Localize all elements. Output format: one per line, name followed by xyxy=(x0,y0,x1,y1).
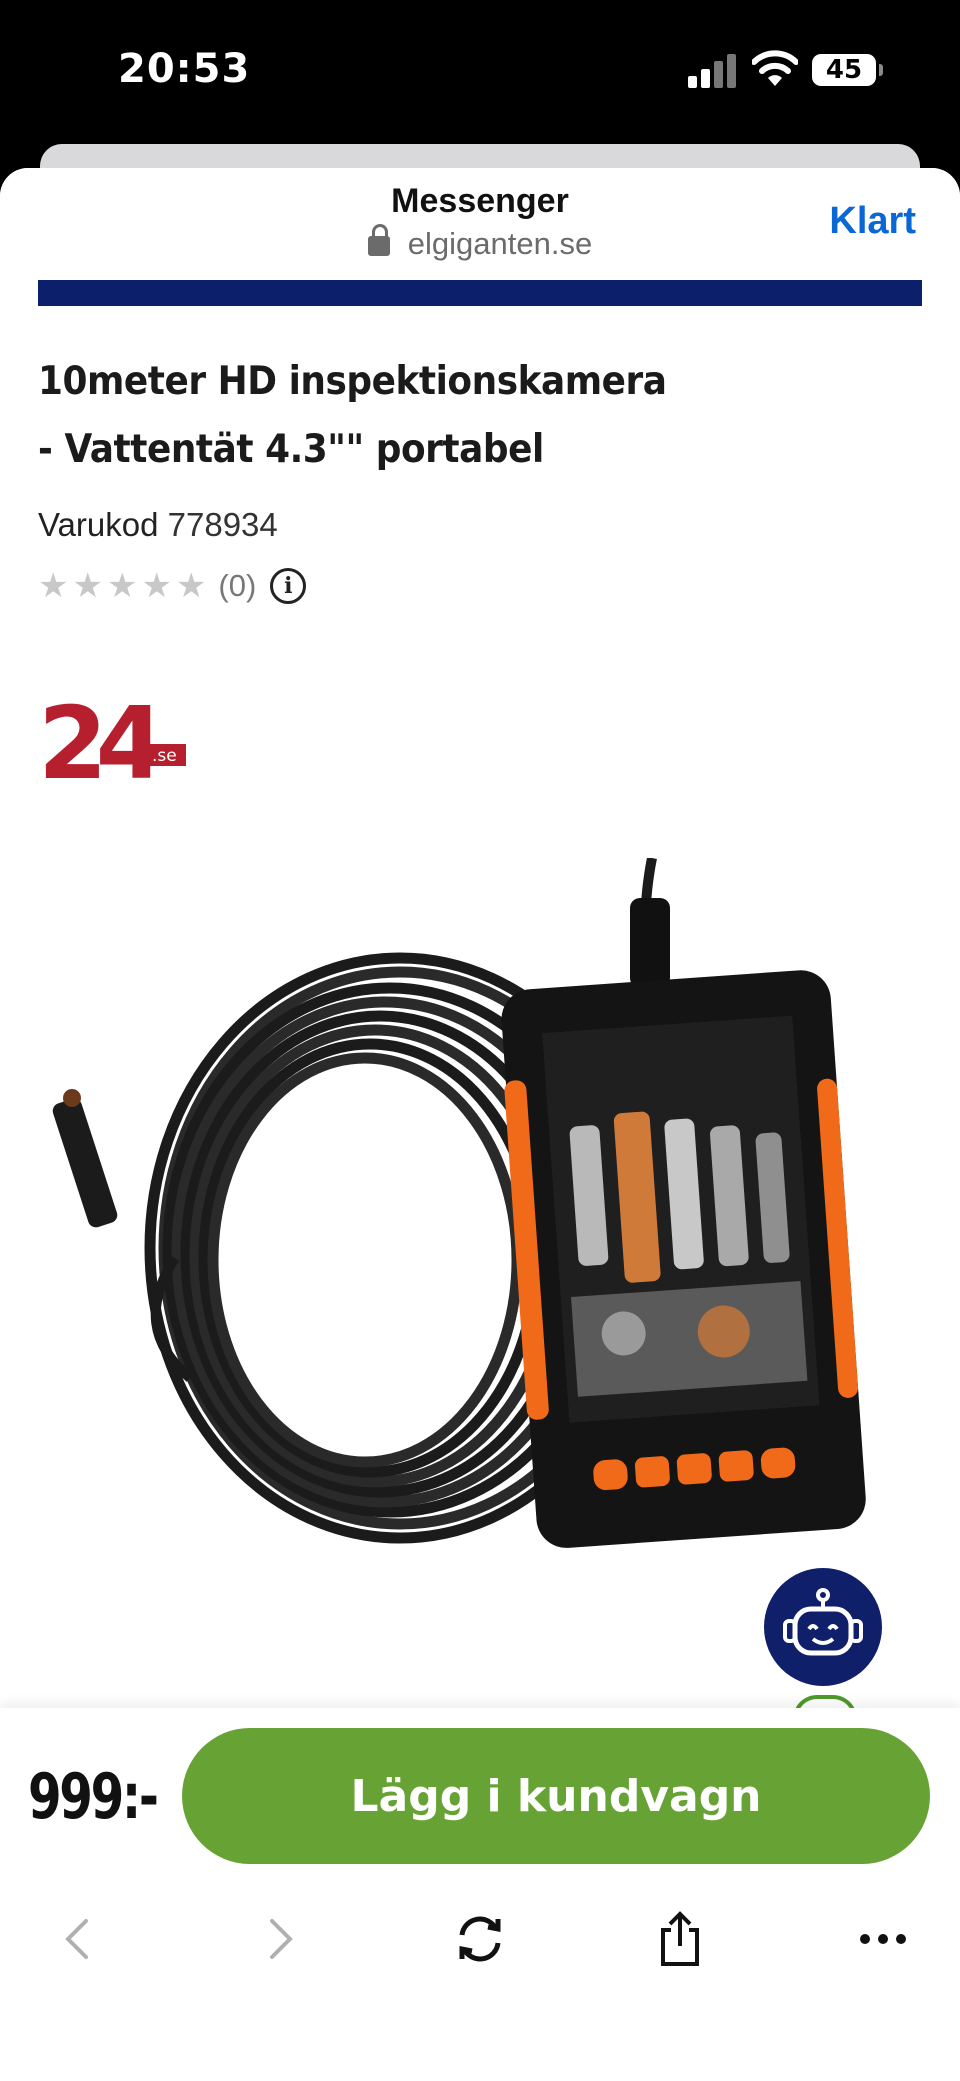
product-sku: Varukod 778934 xyxy=(38,506,278,544)
cellular-signal-icon xyxy=(688,52,738,88)
sku-value: 778934 xyxy=(167,506,278,543)
product-title-line1: 10meter HD inspektionskamera xyxy=(38,359,667,404)
seller-logo-24se[interactable]: 24 .se xyxy=(38,678,188,788)
browser-header: Messenger elgiganten.se Klart xyxy=(0,168,960,278)
url-text: elgiganten.se xyxy=(407,226,593,261)
forward-icon[interactable] xyxy=(246,1904,316,1974)
reload-icon[interactable] xyxy=(445,1904,515,1974)
back-icon[interactable] xyxy=(42,1904,112,1974)
product-title: 10meter HD inspektionskamera - Vattentät… xyxy=(38,348,829,484)
star-icon: ★ xyxy=(106,566,138,606)
lock-icon xyxy=(367,224,390,256)
star-icon: ★ xyxy=(38,566,69,606)
status-bar: 20:53 45 xyxy=(0,0,960,140)
star-icon: ★ xyxy=(141,566,172,606)
product-image[interactable] xyxy=(40,858,920,1558)
rating-count: (0) xyxy=(218,568,257,603)
sku-label: Varukod xyxy=(38,506,159,543)
browser-sheet: Messenger elgiganten.se Klart 10meter HD… xyxy=(0,168,960,2081)
done-button[interactable]: Klart xyxy=(829,200,916,243)
star-icon: ★ xyxy=(72,566,103,606)
buy-bar: 999:- Lägg i kundvagn xyxy=(0,1708,960,1890)
info-icon[interactable]: i xyxy=(270,568,307,604)
chat-assistant-button[interactable] xyxy=(764,1568,882,1686)
star-icon: ★ xyxy=(175,566,207,606)
add-to-cart-button[interactable]: Lägg i kundvagn xyxy=(182,1728,930,1864)
app-title: Messenger xyxy=(391,182,569,220)
wifi-icon xyxy=(752,50,798,86)
status-time: 20:53 xyxy=(118,46,251,92)
share-icon[interactable] xyxy=(645,1904,715,1974)
url-bar[interactable]: elgiganten.se xyxy=(0,224,960,262)
more-icon[interactable] xyxy=(848,1904,918,1974)
product-title-line2: - Vattentät 4.3"" portabel xyxy=(38,427,544,472)
battery-icon: 45 xyxy=(812,54,883,86)
robot-icon xyxy=(783,1588,863,1656)
product-rating[interactable]: ★ ★ ★ ★ ★ (0) i xyxy=(38,564,307,608)
site-nav-strip xyxy=(38,280,922,306)
seller-logo-suffix: .se xyxy=(152,746,177,766)
seller-logo-text: 24 xyxy=(38,685,161,788)
product-price: 999:- xyxy=(28,1760,159,1833)
browser-toolbar xyxy=(0,1890,960,2081)
